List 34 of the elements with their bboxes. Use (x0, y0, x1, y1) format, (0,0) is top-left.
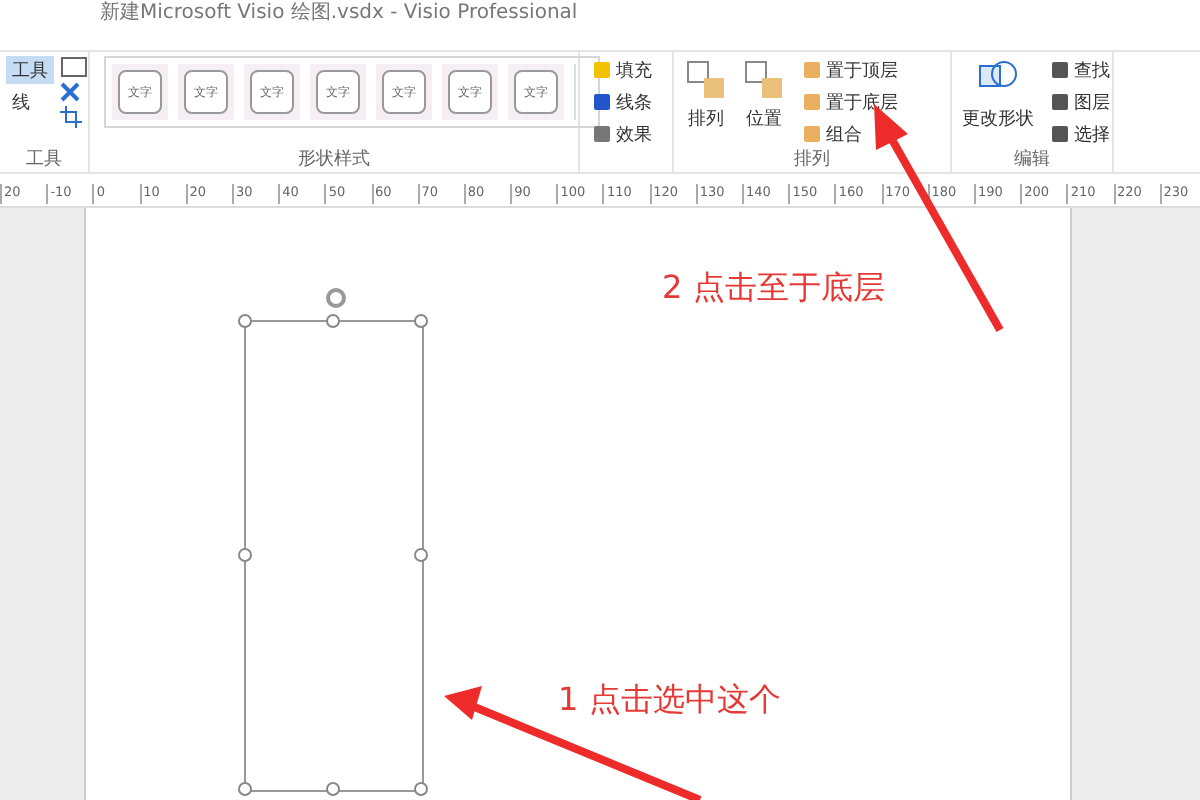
arrange-button[interactable]: 组合 (796, 120, 904, 148)
edit-button[interactable]: 查找 (1044, 56, 1116, 84)
arrange-icon (742, 58, 786, 102)
annotation-text: 1 点击选中这个 (558, 680, 781, 722)
arrange-button[interactable]: 排列 (680, 56, 732, 134)
annotation-text: 2 点击至于底层 (662, 268, 885, 310)
resize-handle[interactable] (238, 782, 252, 796)
rectangle-icon[interactable] (60, 56, 88, 78)
close-icon[interactable] (60, 82, 80, 102)
resize-handle[interactable] (414, 548, 428, 562)
resize-handle[interactable] (414, 782, 428, 796)
format-button[interactable]: 线条 (586, 88, 658, 116)
edit-button[interactable]: 选择 (1044, 120, 1116, 148)
edit-button[interactable]: 图层 (1044, 88, 1116, 116)
arrange-button[interactable]: 置于顶层 (796, 56, 904, 84)
rotation-handle[interactable] (326, 288, 346, 308)
arrange-icon (684, 58, 728, 102)
resize-handle[interactable] (326, 782, 340, 796)
resize-handle[interactable] (326, 314, 340, 328)
format-button[interactable]: 效果 (586, 120, 658, 148)
tool-button[interactable]: 线 (6, 88, 54, 116)
format-button[interactable]: 填充 (586, 56, 658, 84)
group-label: 形状样式 (296, 148, 372, 172)
window-title: 新建Microsoft Visio 绘图.vsdx - Visio Professional (100, 2, 578, 26)
group-label: 工具 (24, 148, 64, 172)
group-label: 编辑 (1012, 148, 1052, 172)
resize-handle[interactable] (238, 548, 252, 562)
crop-icon[interactable] (60, 106, 82, 128)
resize-handle[interactable] (238, 314, 252, 328)
arrange-button[interactable]: 位置 (738, 56, 790, 134)
resize-handle[interactable] (414, 314, 428, 328)
change-shape-button[interactable]: 更改形状 (958, 56, 1038, 134)
tool-button[interactable]: 工具 (6, 56, 54, 84)
group-label: 排列 (792, 148, 832, 172)
